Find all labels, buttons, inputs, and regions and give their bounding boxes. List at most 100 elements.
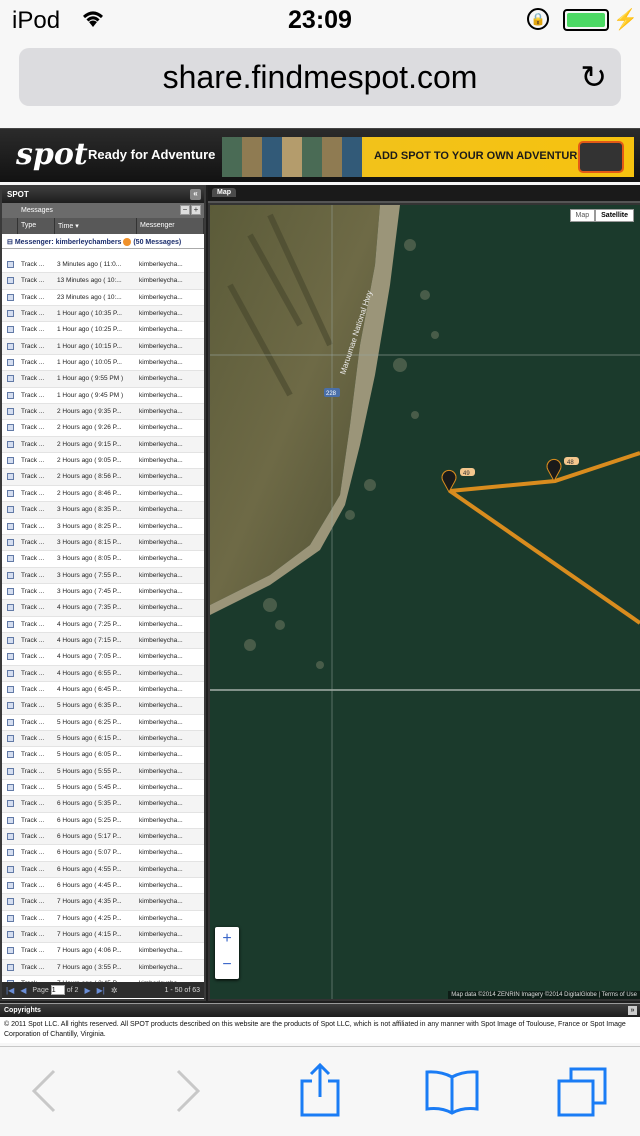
- row-expand-icon[interactable]: [2, 535, 18, 550]
- row-expand-icon[interactable]: [2, 911, 18, 926]
- map-type-satellite-button[interactable]: Satellite: [595, 209, 634, 222]
- row-expand-icon[interactable]: [2, 780, 18, 795]
- row-expand-icon[interactable]: [2, 469, 18, 484]
- row-expand-icon[interactable]: [2, 388, 18, 403]
- row-expand-icon[interactable]: [2, 257, 18, 272]
- row-expand-icon[interactable]: [2, 747, 18, 762]
- table-row[interactable]: Track ... 7 Hours ago ( 4:35 P... kimberle…: [2, 894, 204, 911]
- row-expand-icon[interactable]: [2, 617, 18, 632]
- table-row[interactable]: Track ... 7 Hours ago ( 3:55 P... kimberle…: [2, 959, 204, 977]
- row-expand-icon[interactable]: [2, 927, 18, 942]
- row-expand-icon[interactable]: [2, 600, 18, 615]
- table-row[interactable]: Track ... 1 Hour ago ( 10:15 P... kimberle…: [2, 338, 204, 356]
- minimize-icon[interactable]: −: [180, 205, 190, 215]
- zoom-in-button[interactable]: +: [215, 927, 239, 953]
- row-expand-icon[interactable]: [2, 355, 18, 370]
- reload-icon[interactable]: ↻: [580, 58, 607, 96]
- messenger-group[interactable]: ⊟ Messenger: kimberleychambers (50 Messa…: [2, 234, 204, 249]
- collapse-icon[interactable]: «: [190, 189, 201, 200]
- table-row[interactable]: Track ... 2 Hours ago ( 9:05 P... kimberle…: [2, 453, 204, 470]
- row-expand-icon[interactable]: [2, 682, 18, 697]
- row-expand-icon[interactable]: [2, 715, 18, 730]
- ad-cta[interactable]: ADD SPOT TO YOUR OWN ADVENTURES >>: [374, 150, 608, 162]
- row-expand-icon[interactable]: [2, 878, 18, 893]
- last-page-icon[interactable]: ▶|: [97, 986, 105, 995]
- back-icon[interactable]: [30, 1069, 58, 1123]
- table-row[interactable]: Track ... 5 Hours ago ( 6:35 P... kimberle…: [2, 698, 204, 715]
- forward-icon[interactable]: [174, 1069, 202, 1123]
- table-row[interactable]: Track ... 7 Hours ago ( 4:15 P... kimberle…: [2, 927, 204, 944]
- row-expand-icon[interactable]: [2, 339, 18, 354]
- table-row[interactable]: Track ... 7 Hours ago ( 4:25 P... kimberle…: [2, 911, 204, 928]
- row-expand-icon[interactable]: [2, 502, 18, 517]
- table-row[interactable]: Track ... 13 Minutes ago ( 10:... kimberle…: [2, 273, 204, 290]
- row-expand-icon[interactable]: [2, 306, 18, 321]
- table-row[interactable]: Track ... 6 Hours ago ( 4:45 P... kimberle…: [2, 878, 204, 895]
- row-expand-icon[interactable]: [2, 943, 18, 958]
- row-expand-icon[interactable]: [2, 584, 18, 599]
- row-expand-icon[interactable]: [2, 633, 18, 648]
- row-expand-icon[interactable]: [2, 404, 18, 419]
- column-select[interactable]: [2, 218, 18, 234]
- row-expand-icon[interactable]: [2, 894, 18, 909]
- table-row[interactable]: Track ... 23 Minutes ago ( 10:... kimberle…: [2, 290, 204, 307]
- spot-logo[interactable]: spot: [16, 137, 88, 172]
- first-page-icon[interactable]: |◀: [6, 986, 14, 995]
- share-icon[interactable]: [300, 1062, 340, 1127]
- table-row[interactable]: Track ... 1 Hour ago ( 10:35 P... kimberle…: [2, 306, 204, 323]
- table-row[interactable]: Track ... 2 Hours ago ( 8:56 P... kimberle…: [2, 469, 204, 486]
- page-input[interactable]: [50, 985, 65, 995]
- collapse-icon[interactable]: »: [628, 1006, 637, 1015]
- table-row[interactable]: Track ... 3 Hours ago ( 7:55 P... kimberle…: [2, 567, 204, 584]
- address-bar[interactable]: share.findmespot.com ↻: [19, 48, 621, 106]
- row-expand-icon[interactable]: [2, 568, 18, 583]
- map-type-map-button[interactable]: Map: [569, 209, 596, 222]
- table-row[interactable]: Track ... 6 Hours ago ( 5:35 P... kimberle…: [2, 796, 204, 813]
- column-messenger[interactable]: Messenger: [137, 218, 204, 234]
- row-expand-icon[interactable]: [2, 813, 18, 828]
- row-expand-icon[interactable]: [2, 845, 18, 860]
- table-row[interactable]: Track ... 3 Hours ago ( 7:45 P... kimberle…: [2, 584, 204, 601]
- table-row[interactable]: Track ... 1 Hour ago ( 9:55 PM ) kimberley…: [2, 371, 204, 388]
- row-expand-icon[interactable]: [2, 960, 18, 975]
- row-expand-icon[interactable]: [2, 666, 18, 681]
- row-expand-icon[interactable]: [2, 698, 18, 713]
- table-row[interactable]: Track ... 4 Hours ago ( 7:35 P... kimberle…: [2, 600, 204, 617]
- expand-icon[interactable]: +: [191, 205, 201, 215]
- row-expand-icon[interactable]: [2, 420, 18, 435]
- bookmarks-icon[interactable]: [425, 1069, 479, 1125]
- table-row[interactable]: Track ... 3 Hours ago ( 8:35 P... kimberle…: [2, 502, 204, 519]
- table-row[interactable]: Track ... 3 Hours ago ( 8:05 P... kimberle…: [2, 551, 204, 568]
- table-row[interactable]: Track ... 5 Hours ago ( 5:55 P... kimberle…: [2, 763, 204, 780]
- row-expand-icon[interactable]: [2, 371, 18, 386]
- url-text[interactable]: share.findmespot.com: [19, 59, 621, 96]
- table-row[interactable]: Track ... 1 Hour ago ( 10:05 P... kimberle…: [2, 355, 204, 372]
- table-row[interactable]: Track ... 4 Hours ago ( 7:15 P... kimberle…: [2, 632, 204, 650]
- table-row[interactable]: Track ... 3 Minutes ago ( 11:0... kimberle…: [2, 257, 204, 274]
- table-row[interactable]: Track ... 6 Hours ago ( 5:07 P... kimberle…: [2, 845, 204, 862]
- row-expand-icon[interactable]: [2, 731, 18, 746]
- refresh-icon[interactable]: ✲: [111, 986, 118, 995]
- row-expand-icon[interactable]: [2, 829, 18, 844]
- row-expand-icon[interactable]: [2, 322, 18, 337]
- row-expand-icon[interactable]: [2, 290, 18, 305]
- row-expand-icon[interactable]: [2, 764, 18, 779]
- table-row[interactable]: Track ... 4 Hours ago ( 6:45 P... kimberle…: [2, 682, 204, 699]
- table-row[interactable]: Track ... 3 Hours ago ( 8:25 P... kimberle…: [2, 519, 204, 535]
- column-time[interactable]: Time ▾: [55, 218, 137, 234]
- table-row[interactable]: Track ... 6 Hours ago ( 5:25 P... kimberle…: [2, 813, 204, 830]
- table-row[interactable]: Track ... 5 Hours ago ( 5:45 P... kimberle…: [2, 780, 204, 797]
- table-row[interactable]: Track ... 4 Hours ago ( 7:05 P... kimberle…: [2, 649, 204, 666]
- table-row[interactable]: Track ... 3 Hours ago ( 8:15 P... kimberle…: [2, 534, 204, 552]
- table-row[interactable]: Track ... 2 Hours ago ( 9:35 P... kimberle…: [2, 404, 204, 421]
- zoom-out-button[interactable]: −: [215, 953, 239, 979]
- row-expand-icon[interactable]: [2, 486, 18, 501]
- row-expand-icon[interactable]: [2, 551, 18, 566]
- table-row[interactable]: Track ... 2 Hours ago ( 9:15 P... kimberle…: [2, 436, 204, 454]
- table-row[interactable]: Track ... 7 Hours ago ( 4:06 P... kimberle…: [2, 943, 204, 960]
- table-row[interactable]: Track ... 1 Hour ago ( 10:25 P... kimberle…: [2, 322, 204, 339]
- row-expand-icon[interactable]: [2, 437, 18, 452]
- table-row[interactable]: Track ... 4 Hours ago ( 6:55 P... kimberle…: [2, 665, 204, 682]
- table-row[interactable]: Track ... 5 Hours ago ( 6:15 P... kimberle…: [2, 730, 204, 748]
- table-row[interactable]: Track ... 5 Hours ago ( 6:05 P... kimberle…: [2, 747, 204, 764]
